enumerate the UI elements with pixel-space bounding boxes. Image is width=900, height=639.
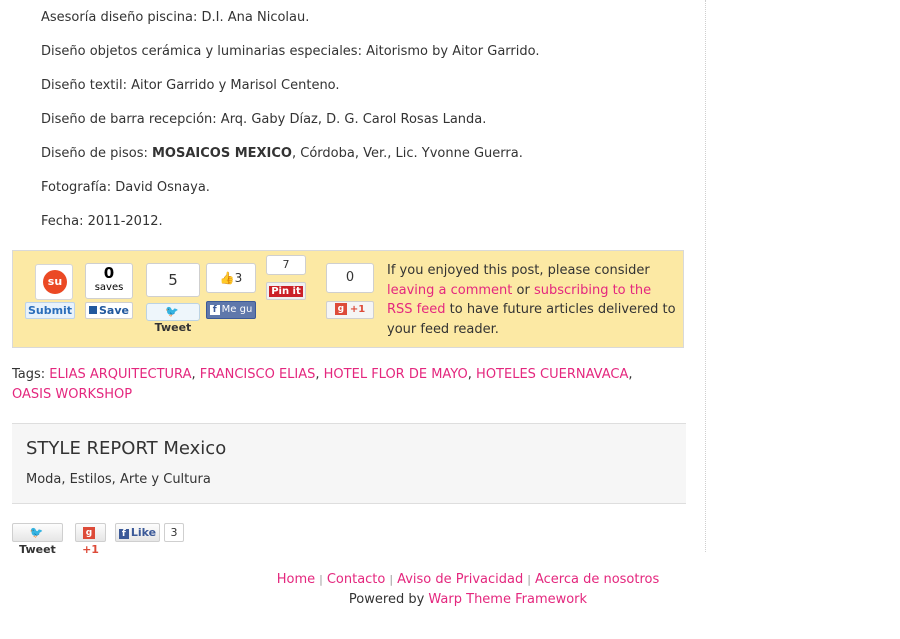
- gplus-icon: g: [83, 527, 95, 539]
- gplus-button[interactable]: g +1: [326, 301, 374, 319]
- saves-count: 0: [103, 264, 115, 282]
- sidebar-divider: [705, 0, 706, 552]
- tweet-label: Tweet: [154, 321, 192, 334]
- save-label: Save: [99, 304, 129, 317]
- tag-link[interactable]: OASIS WORKSHOP: [12, 387, 132, 402]
- pinterest-counter: 7: [266, 255, 306, 275]
- twitter-bird-icon: 🐦: [29, 526, 44, 539]
- stumbleupon-submit-button[interactable]: Submit: [25, 302, 75, 319]
- tag-link[interactable]: ELIAS ARQUITECTURA: [49, 367, 191, 382]
- tag-link[interactable]: HOTEL FLOR DE MAYO: [324, 367, 468, 382]
- stumbleupon-icon[interactable]: su: [35, 264, 73, 300]
- delicious-icon: [89, 306, 97, 314]
- author-box: STYLE REPORT Mexico Moda, Estilos, Arte …: [12, 423, 686, 504]
- facebook-like-button[interactable]: f Me gu: [206, 301, 256, 319]
- credit-date: Fecha: 2011-2012.: [41, 214, 163, 229]
- credit-photo: Fotografía: David Osnaya.: [41, 180, 210, 195]
- pin-label: Pin it: [269, 286, 303, 297]
- bottom-like-count: 3: [164, 523, 184, 542]
- post-tags: Tags: ELIAS ARQUITECTURA, FRANCISCO ELIA…: [12, 367, 633, 402]
- tags-label: Tags:: [12, 367, 50, 382]
- credit-textile: Diseño textil: Aitor Garrido y Marisol C…: [41, 78, 340, 93]
- pinterest-pin-button[interactable]: Pin it: [266, 282, 306, 300]
- tag-link[interactable]: HOTELES CUERNAVACA: [476, 367, 628, 382]
- footer-link-home[interactable]: Home: [277, 572, 315, 587]
- footer-link-contacto[interactable]: Contacto: [327, 572, 386, 587]
- credit-pool: Asesoría diseño piscina: D.I. Ana Nicola…: [41, 10, 310, 25]
- thumbs-up-icon: 👍: [219, 271, 235, 285]
- credit-floors-brand: MOSAICOS MEXICO: [151, 146, 292, 161]
- credit-ceramics: Diseño objetos cerámica y luminarias esp…: [41, 44, 540, 59]
- bottom-like-button[interactable]: f Like: [115, 523, 160, 542]
- fb-count: 3: [234, 271, 243, 285]
- author-title: STYLE REPORT Mexico: [26, 438, 227, 459]
- post-credits: Asesoría diseño piscina: D.I. Ana Nicola…: [41, 10, 539, 248]
- delicious-saves-counter: 0 saves: [85, 263, 133, 299]
- powered-by: Powered by Warp Theme Framework: [348, 592, 588, 607]
- delicious-save-button[interactable]: Save: [85, 302, 133, 319]
- share-box: su Submit 0 saves Save 5 🐦 Tweet 👍3 f Me g…: [12, 250, 684, 348]
- credit-floors: Diseño de pisos: MOSAICOS MEXICO, Córdob…: [41, 146, 539, 180]
- twitter-bird-icon: 🐦: [165, 305, 179, 318]
- leave-comment-link[interactable]: leaving a comment: [387, 283, 512, 298]
- tweet-button[interactable]: 🐦 Tweet: [146, 303, 200, 334]
- gplus-counter: 0: [326, 263, 374, 293]
- credit-floors-suffix: , Córdoba, Ver., Lic. Yvonne Guerra.: [291, 146, 523, 161]
- saves-label: saves: [94, 282, 124, 293]
- enjoy-message: If you enjoyed this post, please conside…: [387, 263, 676, 337]
- fb-label: Me gu: [221, 304, 253, 315]
- footer-nav: Home | Contacto | Aviso de Privacidad | Acerca…: [276, 572, 660, 587]
- author-subtitle: Moda, Estilos, Arte y Cultura: [26, 472, 211, 487]
- gplus-icon: g: [334, 303, 347, 315]
- credit-bar: Diseño de barra recepción: Arq. Gaby Día…: [41, 112, 487, 127]
- tag-link[interactable]: FRANCISCO ELIAS: [200, 367, 316, 382]
- bottom-tweet-button[interactable]: 🐦Tweet: [12, 523, 63, 556]
- gplus-label: +1: [349, 304, 366, 315]
- credit-floors-prefix: Diseño de pisos:: [41, 146, 152, 161]
- tweet-counter: 5: [146, 263, 200, 297]
- warp-theme-link[interactable]: Warp Theme Framework: [428, 592, 587, 607]
- footer-link-acerca[interactable]: Acerca de nosotros: [535, 572, 659, 587]
- facebook-icon: f: [118, 529, 129, 539]
- bottom-gplus-button[interactable]: g+1: [75, 523, 106, 556]
- facebook-like-counter: 👍3: [206, 263, 256, 293]
- footer-link-privacidad[interactable]: Aviso de Privacidad: [397, 572, 523, 587]
- facebook-icon: f: [209, 305, 220, 315]
